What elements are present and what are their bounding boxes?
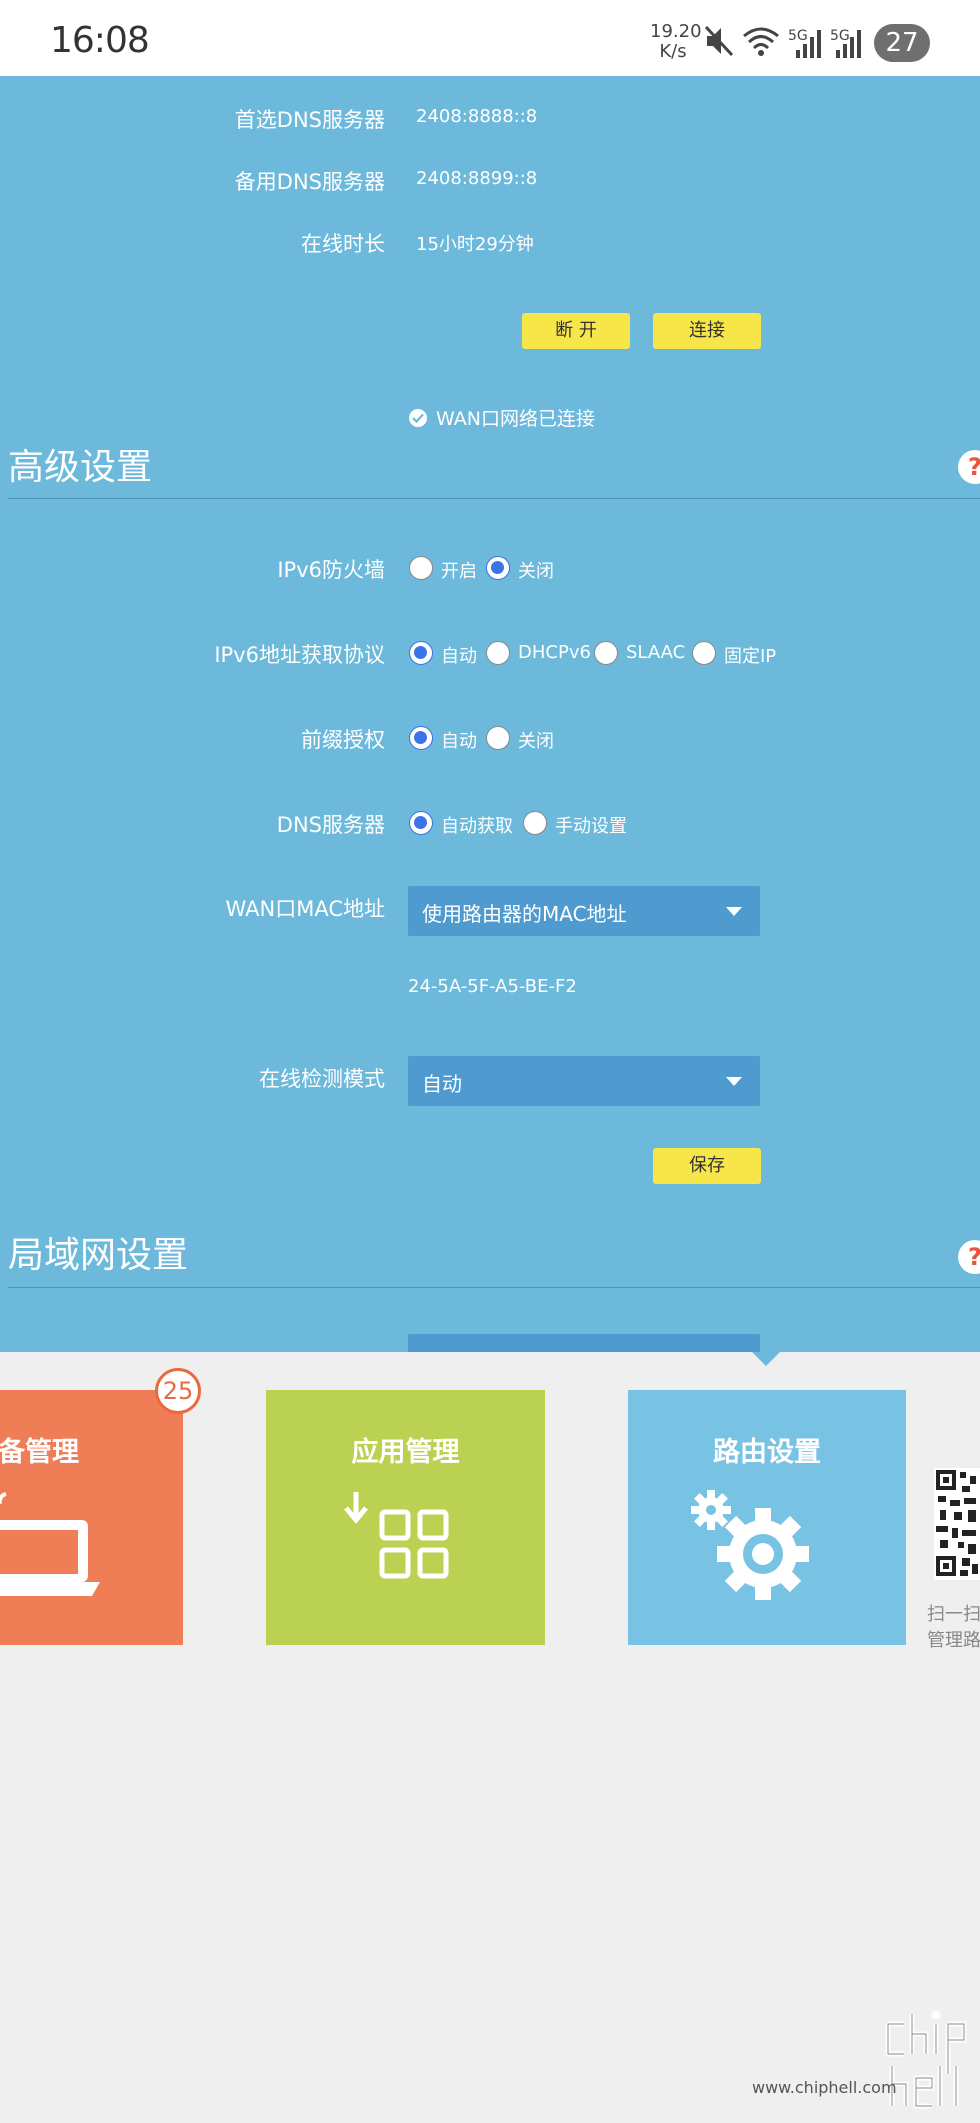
mac-address-value: 24-5A-5F-A5-BE-F2 [408, 976, 577, 997]
network-speed: 19.20 K/s [650, 21, 702, 62]
firewall-on-label: 开启 [441, 561, 477, 582]
protocol-slaac-radio[interactable] [594, 641, 618, 665]
connect-button[interactable]: 连接 [653, 313, 761, 349]
protocol-dhcpv6-radio[interactable] [486, 641, 510, 665]
prefix-off-label: 关闭 [518, 731, 554, 752]
qr-hint-line2: 管理路 [927, 1630, 980, 1651]
device-count: 25 [162, 1377, 194, 1405]
prefix-auto-label: 自动 [441, 731, 477, 752]
disconnect-button[interactable]: 断 开 [522, 313, 630, 349]
signal-icon [796, 30, 821, 58]
advanced-settings-title: 高级设置 [8, 447, 153, 488]
wifi-icon [743, 27, 779, 56]
qr-code-icon [934, 1468, 980, 1580]
dropdown-arrow-icon [726, 907, 742, 916]
secondary-dns-value: 2408:8899::8 [416, 168, 538, 189]
online-detect-select[interactable]: 自动 [408, 1056, 760, 1106]
wan-mac-label: WAN口MAC地址 [225, 897, 385, 921]
dropdown-arrow-icon [726, 1077, 742, 1086]
dns-auto-radio[interactable] [409, 811, 433, 835]
device-count-badge: 25 [155, 1368, 201, 1414]
dns-manual-label: 手动设置 [555, 816, 627, 837]
app-management-title: 应用管理 [351, 1437, 460, 1468]
router-settings-tile[interactable]: 路由设置 [628, 1390, 906, 1645]
dns-server-label: DNS服务器 [276, 813, 385, 837]
wan-status-text: WAN口网络已连接 [436, 408, 595, 430]
primary-dns-label: 首选DNS服务器 [234, 108, 385, 132]
save-button[interactable]: 保存 [653, 1148, 761, 1184]
network-speed-value: 19.20 [650, 21, 702, 42]
signal-icon [836, 30, 861, 58]
laptop-icon [0, 1492, 100, 1596]
watermark-url: www.chiphell.com [752, 2078, 897, 2097]
firewall-off-label: 关闭 [518, 561, 554, 582]
ipv6-firewall-label: IPv6防火墙 [277, 558, 385, 582]
wan-mac-select[interactable]: 使用路由器的MAC地址 [408, 886, 760, 936]
online-duration-value: 15小时29分钟 [416, 234, 534, 255]
ipv6-protocol-label: IPv6地址获取协议 [214, 643, 385, 667]
online-detect-label: 在线检测模式 [259, 1067, 385, 1091]
active-pointer [752, 1352, 780, 1366]
device-management-tile[interactable]: 设备管理 [0, 1390, 183, 1645]
qr-hint-line1: 扫一扫 [927, 1604, 980, 1625]
gear-icon [691, 1490, 809, 1600]
status-bar: 16:08 19.20 K/s 5G 5G 27 [0, 0, 980, 76]
lan-config-select[interactable] [408, 1334, 760, 1352]
dns-auto-label: 自动获取 [441, 816, 513, 837]
prefix-off-radio[interactable] [486, 726, 510, 750]
apps-grid-icon [344, 1492, 449, 1579]
clock: 16:08 [50, 20, 150, 61]
dns-manual-radio[interactable] [523, 811, 547, 835]
advanced-help-icon[interactable]: ? [958, 450, 980, 484]
firewall-off-radio[interactable] [486, 556, 510, 580]
network-speed-unit: K/s [659, 41, 687, 62]
protocol-auto-label: 自动 [441, 646, 477, 667]
firewall-on-radio[interactable] [409, 556, 433, 580]
protocol-static-label: 固定IP [724, 646, 777, 667]
protocol-slaac-label: SLAAC [626, 642, 686, 663]
wan-mac-select-value: 使用路由器的MAC地址 [422, 902, 627, 926]
check-circle-icon [409, 409, 427, 427]
primary-dns-value: 2408:8888::8 [416, 106, 538, 127]
prefix-auto-radio[interactable] [409, 726, 433, 750]
divider [8, 1287, 980, 1288]
prefix-delegation-label: 前缀授权 [301, 728, 385, 752]
lan-settings-title: 局域网设置 [8, 1235, 189, 1276]
bottom-nav-panel: 设备管理 25 应用管理 路由设置 [0, 1352, 980, 2123]
lan-help-icon[interactable]: ? [958, 1240, 980, 1274]
divider [8, 498, 980, 499]
online-detect-select-value: 自动 [422, 1072, 462, 1096]
router-settings-page: 首选DNS服务器 2408:8888::8 备用DNS服务器 2408:8899… [0, 76, 980, 1352]
secondary-dns-label: 备用DNS服务器 [234, 170, 385, 194]
device-management-title: 设备管理 [0, 1437, 79, 1468]
battery-icon: 27 [874, 24, 930, 62]
protocol-dhcpv6-label: DHCPv6 [518, 642, 591, 663]
protocol-auto-radio[interactable] [409, 641, 433, 665]
protocol-static-radio[interactable] [692, 641, 716, 665]
online-duration-label: 在线时长 [301, 232, 385, 256]
app-management-tile[interactable]: 应用管理 [266, 1390, 545, 1645]
mute-icon [704, 25, 734, 57]
router-settings-title: 路由设置 [713, 1437, 821, 1468]
